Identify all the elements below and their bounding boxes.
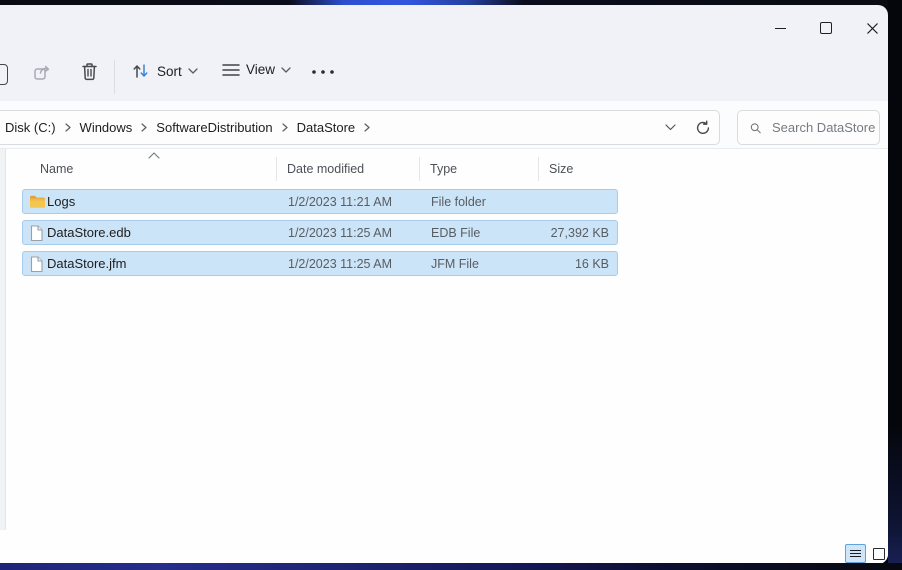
file-explorer-window: Sort View Disk (C:) Windows SoftwareDist… bbox=[0, 5, 888, 564]
title-bar bbox=[0, 5, 888, 50]
sort-button[interactable]: Sort bbox=[131, 62, 198, 80]
column-header-size[interactable]: Size bbox=[549, 162, 573, 176]
minimize-button[interactable] bbox=[765, 17, 795, 39]
file-date-modified: 1/2/2023 11:25 AM bbox=[288, 256, 393, 271]
close-icon bbox=[866, 22, 878, 34]
file-name: Logs bbox=[47, 194, 76, 209]
more-options-button[interactable] bbox=[310, 68, 336, 76]
details-view-icon bbox=[850, 549, 861, 558]
address-row: Disk (C:) Windows SoftwareDistribution D… bbox=[0, 101, 888, 148]
share-icon bbox=[34, 65, 50, 80]
delete-button[interactable] bbox=[80, 61, 99, 82]
breadcrumb-segment-softwaredistribution[interactable]: SoftwareDistribution bbox=[156, 120, 272, 135]
desktop-right-edge bbox=[888, 0, 902, 570]
column-header-name[interactable]: Name bbox=[40, 162, 73, 176]
maximize-button[interactable] bbox=[811, 17, 841, 39]
breadcrumb-segment-windows[interactable]: Windows bbox=[80, 120, 133, 135]
file-size: 16 KB bbox=[574, 256, 609, 271]
file-date-modified: 1/2/2023 11:21 AM bbox=[288, 194, 393, 209]
file-row-logs[interactable]: Logs 1/2/2023 11:21 AM File folder bbox=[22, 189, 618, 214]
large-icons-view-button[interactable] bbox=[869, 544, 888, 563]
file-icon bbox=[29, 256, 44, 273]
sort-ascending-indicator bbox=[148, 152, 160, 159]
rename-button[interactable] bbox=[0, 64, 8, 85]
file-row-datastore-edb[interactable]: DataStore.edb 1/2/2023 11:25 AM EDB File… bbox=[22, 220, 618, 245]
column-divider[interactable] bbox=[538, 157, 539, 181]
column-header-date-modified[interactable]: Date modified bbox=[287, 162, 364, 176]
minimize-icon bbox=[774, 27, 786, 29]
taskbar-edge bbox=[0, 563, 902, 570]
file-row-datastore-jfm[interactable]: DataStore.jfm 1/2/2023 11:25 AM JFM File… bbox=[22, 251, 618, 276]
file-name: DataStore.jfm bbox=[47, 256, 127, 271]
maximize-icon bbox=[820, 22, 832, 34]
share-button[interactable] bbox=[32, 62, 52, 82]
address-bar[interactable]: Disk (C:) Windows SoftwareDistribution D… bbox=[0, 110, 720, 145]
details-view-button[interactable] bbox=[845, 544, 866, 563]
chevron-down-icon bbox=[188, 68, 198, 74]
sort-label: Sort bbox=[157, 63, 182, 79]
file-type: EDB File bbox=[431, 225, 481, 240]
breadcrumb-chevron-icon[interactable] bbox=[64, 123, 71, 132]
close-button[interactable] bbox=[857, 17, 887, 39]
file-type: File folder bbox=[431, 194, 486, 209]
breadcrumb-chevron-icon[interactable] bbox=[282, 123, 288, 132]
column-divider[interactable] bbox=[419, 157, 420, 181]
more-options-icon bbox=[312, 70, 334, 74]
view-button[interactable]: View bbox=[222, 62, 291, 77]
search-box[interactable] bbox=[737, 110, 880, 145]
chevron-down-icon bbox=[665, 124, 676, 131]
address-dropdown-button[interactable] bbox=[665, 111, 676, 144]
breadcrumb-chevron-icon[interactable] bbox=[364, 123, 370, 132]
refresh-button[interactable] bbox=[695, 111, 711, 144]
column-header-type[interactable]: Type bbox=[430, 162, 457, 176]
breadcrumb-segment-datastore[interactable]: DataStore bbox=[297, 120, 356, 135]
refresh-icon bbox=[696, 120, 710, 134]
navigation-pane-edge bbox=[0, 149, 6, 530]
chevron-down-icon bbox=[281, 66, 291, 73]
breadcrumb-segment-disk[interactable]: Disk (C:) bbox=[5, 120, 56, 135]
view-label: View bbox=[246, 62, 276, 77]
file-icon bbox=[29, 225, 44, 242]
sort-icon bbox=[133, 64, 148, 78]
command-toolbar: Sort View bbox=[0, 50, 888, 146]
large-icons-view-icon bbox=[872, 547, 885, 560]
folder-icon bbox=[29, 194, 46, 209]
breadcrumb-chevron-icon[interactable] bbox=[141, 123, 147, 132]
column-divider[interactable] bbox=[276, 157, 277, 181]
search-input[interactable] bbox=[770, 119, 879, 136]
file-type: JFM File bbox=[431, 256, 479, 271]
view-icon bbox=[222, 63, 240, 76]
screen: Sort View Disk (C:) Windows SoftwareDist… bbox=[0, 0, 902, 570]
file-date-modified: 1/2/2023 11:25 AM bbox=[288, 225, 393, 240]
toolbar-divider bbox=[114, 60, 115, 94]
trash-icon bbox=[82, 63, 97, 81]
file-size: 27,392 KB bbox=[550, 225, 609, 240]
file-name: DataStore.edb bbox=[47, 225, 131, 240]
search-icon bbox=[750, 122, 761, 133]
file-list-pane: Name Date modified Type Size Logs 1/2/20… bbox=[0, 148, 888, 564]
